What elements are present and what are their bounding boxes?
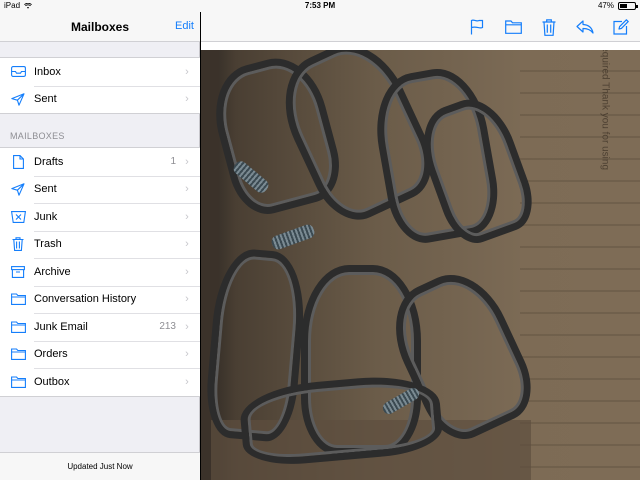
folder-icon — [10, 347, 26, 361]
chevron-right-icon: › — [185, 238, 189, 251]
folder-icon — [10, 375, 26, 389]
sidebar-item-trash[interactable]: Trash › — [0, 230, 200, 259]
sidebar-item-label: Sent — [34, 183, 57, 196]
message-header-gap — [201, 42, 640, 50]
chevron-right-icon: › — [185, 348, 189, 361]
sidebar-footer: Updated Just Now — [0, 452, 200, 480]
battery-icon — [618, 1, 638, 10]
favorites-group: Inbox › Sent › — [0, 57, 200, 114]
sidebar-item-label: Junk — [34, 210, 58, 223]
status-time: 7:53 PM — [304, 1, 336, 10]
sidebar-item-archive[interactable]: Archive › — [0, 258, 200, 286]
folder-icon — [10, 292, 26, 306]
trash-icon — [10, 237, 26, 252]
battery-fill — [620, 3, 627, 8]
chevron-right-icon: › — [185, 375, 189, 388]
chevron-right-icon: › — [185, 293, 189, 306]
update-status: Updated Just Now — [67, 462, 133, 471]
sidebar-item-orders[interactable]: Orders › — [0, 340, 200, 369]
sidebar-item-sent-favorite[interactable]: Sent › — [0, 85, 200, 114]
folder-icon[interactable] — [502, 16, 524, 38]
status-bar: iPad 7:53 PM 47% — [0, 0, 640, 12]
sidebar-header: Mailboxes Edit — [0, 12, 200, 42]
box-print-text: Priority Mail postage required Thank you… — [599, 50, 610, 170]
junk-bin-icon — [10, 210, 26, 224]
sidebar-item-label: Inbox — [34, 65, 61, 78]
sidebar-title: Mailboxes — [70, 20, 130, 34]
flag-icon[interactable] — [466, 16, 488, 38]
mailboxes-sidebar: Mailboxes Edit Inbox › Sent › MAILBOXES … — [0, 0, 200, 480]
chevron-right-icon: › — [185, 183, 189, 196]
compose-icon[interactable] — [610, 16, 632, 38]
box-wall — [520, 50, 640, 480]
sidebar-item-sent[interactable]: Sent › — [0, 175, 200, 204]
battery-percent: 47% — [597, 1, 614, 10]
chevron-right-icon: › — [185, 210, 189, 223]
folder-icon — [10, 320, 26, 334]
sidebar-item-label: Drafts — [34, 155, 64, 168]
sidebar-item-junk-email[interactable]: Junk Email 213 › — [0, 313, 200, 341]
sidebar-item-inbox[interactable]: Inbox › — [0, 58, 200, 86]
chevron-right-icon: › — [185, 320, 189, 333]
sidebar-item-label: Sent — [34, 93, 57, 106]
chevron-right-icon: › — [185, 93, 189, 106]
paper-plane-icon — [10, 182, 26, 196]
attached-photo[interactable]: Priority Mail postage required Thank you… — [201, 50, 640, 480]
sidebar-item-label: Trash — [34, 238, 62, 251]
sidebar-item-outbox[interactable]: Outbox › — [0, 368, 200, 396]
unread-count: 1 — [170, 156, 176, 168]
toolbar-actions — [466, 16, 632, 38]
message-pane: Priority Mail postage required Thank you… — [201, 0, 640, 480]
chevron-right-icon: › — [185, 265, 189, 278]
sidebar-item-label: Archive — [34, 265, 71, 278]
mailboxes-section-title: MAILBOXES — [10, 131, 65, 141]
document-icon — [10, 154, 26, 169]
sidebar-item-conversation-history[interactable]: Conversation History › — [0, 285, 200, 314]
sidebar-item-junk[interactable]: Junk › — [0, 203, 200, 231]
edit-button[interactable]: Edit — [175, 20, 194, 32]
chevron-right-icon: › — [185, 155, 189, 168]
sidebar-item-drafts[interactable]: Drafts 1 › — [0, 148, 200, 176]
sidebar-item-label: Junk Email — [34, 320, 88, 333]
sidebar-item-label: Conversation History — [34, 293, 137, 306]
inbox-icon — [10, 65, 26, 79]
sidebar-item-label: Outbox — [34, 375, 70, 388]
reply-icon[interactable] — [574, 16, 596, 38]
status-bar-right: 47% — [597, 1, 638, 10]
unread-count: 213 — [159, 321, 176, 333]
trash-icon[interactable] — [538, 16, 560, 38]
paper-plane-icon — [10, 92, 26, 106]
sidebar-item-label: Orders — [34, 348, 68, 361]
mailboxes-group: Drafts 1 › Sent › Junk › Trash › Archive… — [0, 147, 200, 397]
coil-spring — [269, 222, 317, 252]
chevron-right-icon: › — [185, 65, 189, 78]
message-toolbar — [201, 12, 640, 42]
archive-box-icon — [10, 265, 26, 279]
